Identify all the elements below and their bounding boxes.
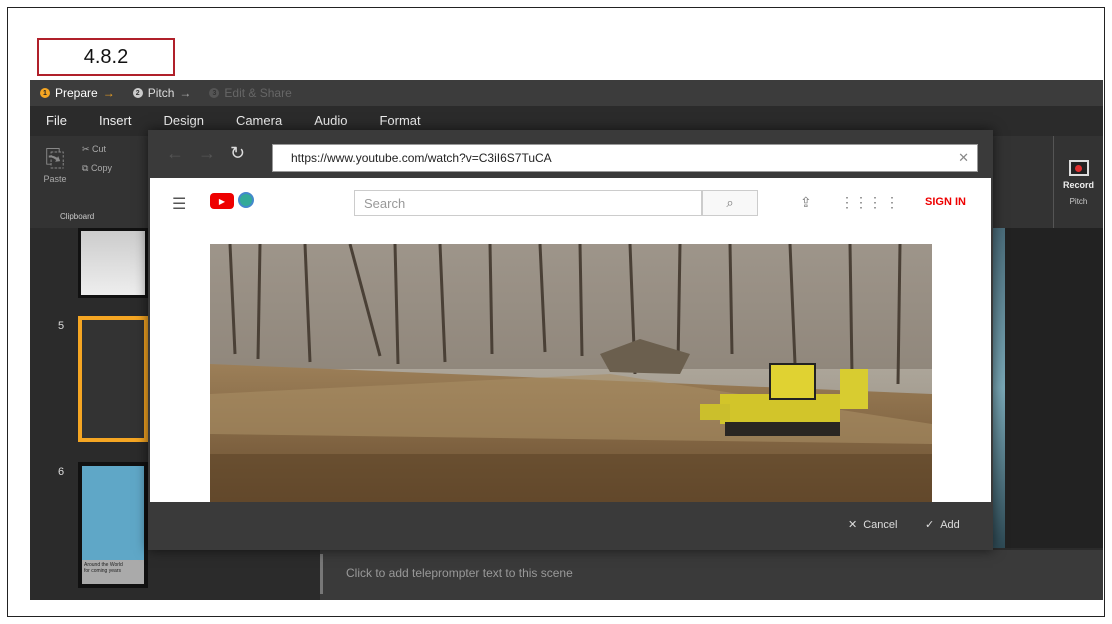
- scene-thumbnail-selected[interactable]: [78, 316, 148, 442]
- workflow-step-pitch[interactable]: 2 Pitch →: [132, 86, 192, 100]
- record-label: Record: [1062, 180, 1094, 190]
- youtube-logo-icon[interactable]: ▶: [210, 193, 234, 209]
- paste-icon: ⎘: [45, 145, 65, 172]
- step-arrow-icon: →: [102, 86, 115, 100]
- apps-grid-icon[interactable]: ⋮⋮⋮: [840, 194, 882, 211]
- divider: [320, 554, 323, 594]
- refresh-icon[interactable]: ↻: [230, 143, 245, 164]
- tab-file[interactable]: File: [30, 108, 83, 134]
- close-icon: ✕: [848, 519, 858, 531]
- record-icon: [1068, 160, 1089, 176]
- cancel-button[interactable]: ✕ Cancel: [848, 518, 898, 532]
- cancel-label: Cancel: [863, 518, 898, 531]
- pitch-group-label: Pitch: [1069, 197, 1088, 206]
- cut-copy-group: ✂ Cut ⧉ Copy: [82, 144, 112, 182]
- background-slide-edge: [993, 228, 1005, 548]
- scenes-sidebar: 5 6 Around the World for coming years: [30, 228, 148, 600]
- copy-icon: ⧉: [82, 163, 91, 173]
- paste-button[interactable]: ⎘ Paste: [40, 144, 70, 184]
- search-icon[interactable]: ⌕: [702, 190, 758, 216]
- workflow-step-prepare[interactable]: 1 Prepare →: [40, 86, 115, 100]
- step-number: 3: [209, 88, 220, 98]
- hamburger-icon[interactable]: ☰: [172, 194, 186, 214]
- youtube-header: ☰ ▶ Search ⌕ ⇪ ⋮⋮⋮ ⋮ SIGN IN: [150, 178, 991, 226]
- checkmark-icon: ✓: [925, 519, 935, 531]
- dialog-footer: ✕ Cancel ✓ Add: [148, 502, 993, 550]
- scene-number: 6: [58, 466, 65, 478]
- step-number: 2: [132, 88, 143, 98]
- video-player[interactable]: [210, 244, 932, 502]
- close-icon[interactable]: ✕: [958, 150, 969, 166]
- browser-nav: ← → ↻ https://www.youtube.com/watch?v=C3…: [148, 130, 993, 176]
- search-input[interactable]: Search: [354, 190, 702, 216]
- thumbnail-caption: Around the World for coming years: [82, 560, 144, 584]
- add-label: Add: [940, 518, 960, 531]
- scene-thumbnail[interactable]: Around the World for coming years: [78, 462, 148, 588]
- clipboard-group-label: Clipboard: [60, 212, 95, 221]
- scene-thumbnail[interactable]: [78, 228, 148, 298]
- sign-in-button[interactable]: SIGN IN: [925, 196, 966, 208]
- step-arrow-icon: →: [179, 86, 192, 100]
- preview-panel: [996, 228, 1103, 548]
- copy-button[interactable]: ⧉ Copy: [82, 163, 112, 174]
- url-input[interactable]: https://www.youtube.com/watch?v=C3iI6S7T…: [272, 144, 978, 172]
- add-button[interactable]: ✓ Add: [925, 518, 960, 532]
- step-label: Pitch: [147, 86, 175, 100]
- scissors-icon: ✂: [82, 144, 93, 154]
- cut-button[interactable]: ✂ Cut: [82, 144, 112, 155]
- step-label: Prepare: [55, 86, 98, 100]
- step-number: 1: [40, 88, 50, 98]
- globe-icon: [238, 192, 254, 208]
- copy-label: Copy: [90, 163, 112, 173]
- more-vert-icon[interactable]: ⋮: [885, 194, 899, 211]
- teleprompter-input[interactable]: Click to add teleprompter text to this s…: [346, 566, 573, 580]
- forward-arrow-icon[interactable]: →: [198, 143, 216, 164]
- cut-label: Cut: [92, 144, 107, 154]
- web-view: ☰ ▶ Search ⌕ ⇪ ⋮⋮⋮ ⋮ SIGN IN: [150, 178, 991, 502]
- workflow-bar: 1 Prepare → 2 Pitch → 3 Edit & Share: [30, 80, 1103, 106]
- paste-label: Paste: [43, 174, 67, 184]
- insert-web-video-dialog: ← → ↻ https://www.youtube.com/watch?v=C3…: [148, 130, 993, 550]
- upload-icon[interactable]: ⇪: [800, 194, 812, 211]
- url-text: https://www.youtube.com/watch?v=C3iI6S7T…: [291, 151, 552, 165]
- scene-number: 5: [58, 320, 65, 332]
- record-button[interactable]: Record Pitch: [1053, 136, 1103, 228]
- back-arrow-icon[interactable]: ←: [166, 143, 184, 164]
- tab-insert[interactable]: Insert: [82, 108, 148, 134]
- step-label: Edit & Share: [224, 86, 292, 100]
- workflow-step-edit-share[interactable]: 3 Edit & Share: [209, 86, 292, 100]
- version-label: 4.8.2: [37, 38, 175, 76]
